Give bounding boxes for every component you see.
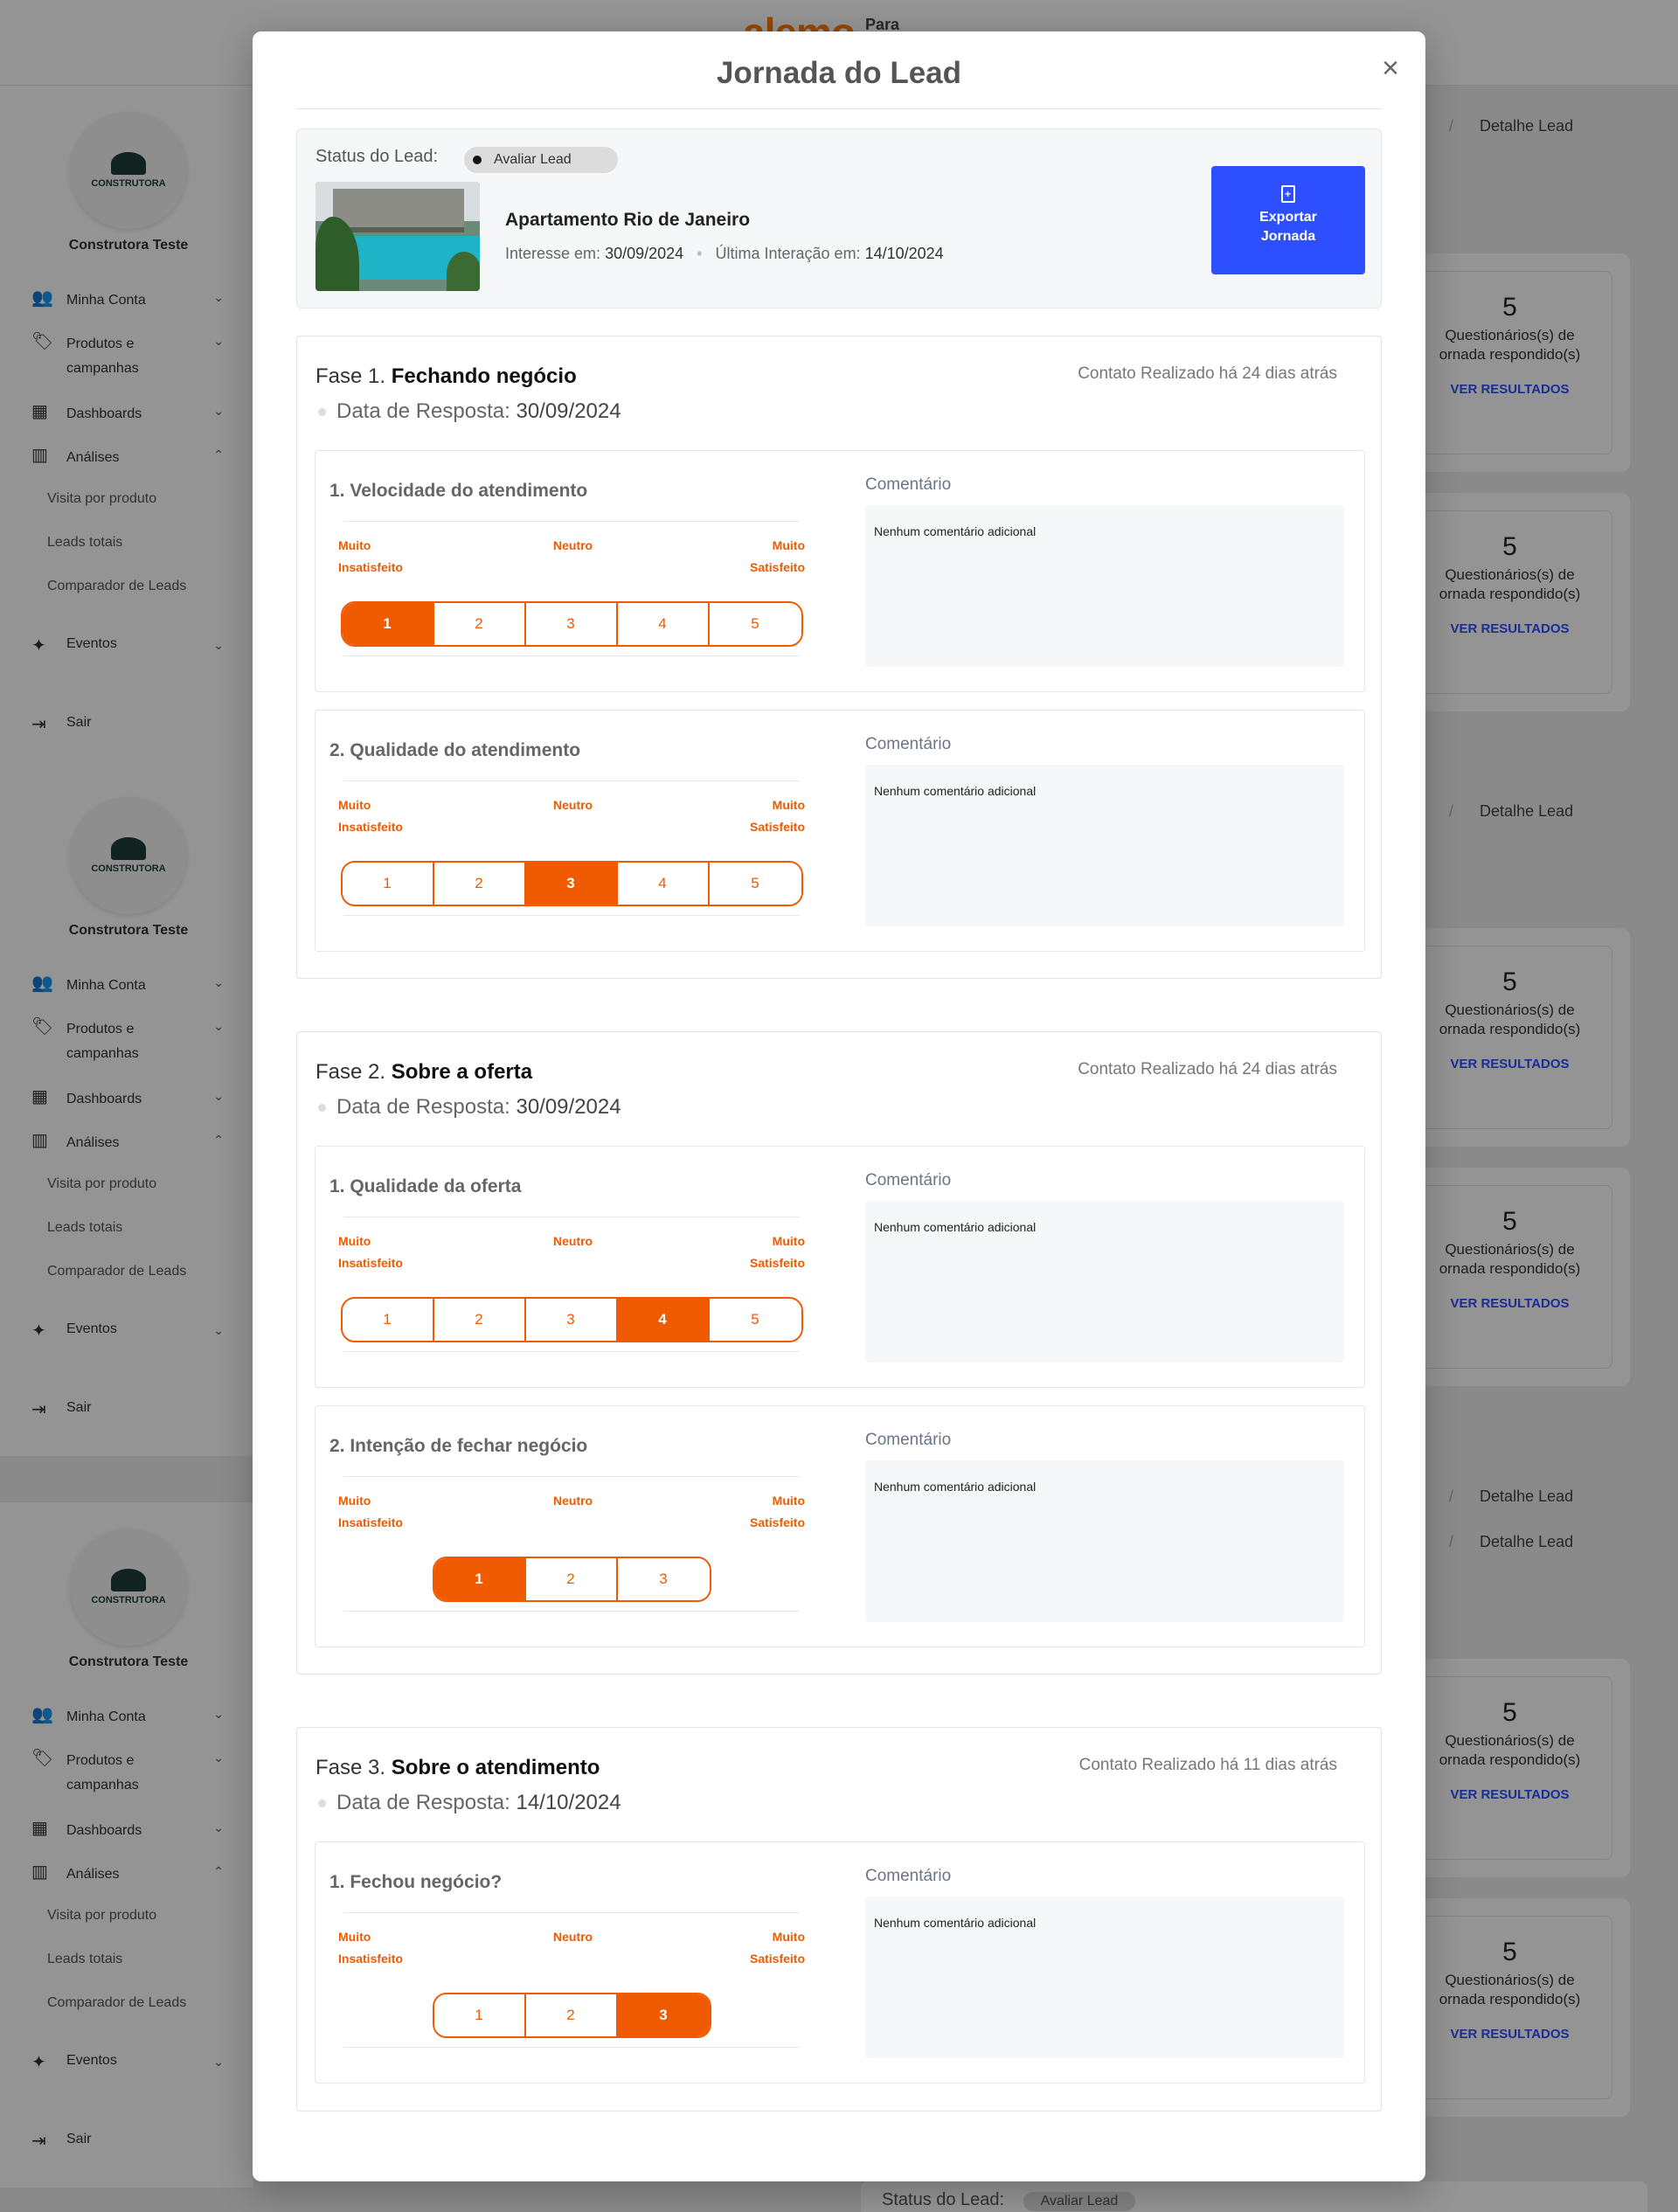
lead-dates: Interesse em: 30/09/2024 • Última Intera… (505, 245, 944, 262)
product-name: Apartamento Rio de Janeiro (505, 210, 751, 230)
rating-option[interactable]: 4 (617, 1299, 710, 1341)
rating-option[interactable]: 3 (525, 863, 618, 905)
rating-option[interactable]: 3 (525, 603, 618, 645)
status-dot-icon (473, 156, 482, 164)
question-title: 1. Fechou negócio? (329, 1872, 503, 1892)
divider (343, 1912, 800, 1913)
divider (343, 521, 800, 522)
divider (343, 655, 800, 656)
question-title: 1. Qualidade da oferta (329, 1176, 522, 1196)
interest-date: 30/09/2024 (605, 245, 684, 262)
product-image (315, 182, 480, 291)
rating-option[interactable]: 2 (433, 603, 526, 645)
export-journey-button[interactable]: Exportar Jornada (1211, 166, 1365, 274)
rating-option[interactable]: 2 (433, 863, 526, 905)
rating-scale: 12345 (340, 601, 803, 647)
scale-label-max: Muito Satisfeito (749, 1930, 805, 1966)
rating-option[interactable]: 1 (433, 1558, 526, 1600)
comment-label: Comentário (865, 1867, 952, 1885)
status-badge[interactable]: Avaliar Lead (464, 147, 618, 173)
rating-scale: 12345 (340, 1297, 803, 1342)
rating-option[interactable]: 2 (433, 1299, 526, 1341)
divider (343, 1476, 800, 1477)
comment-box: Nenhum comentário adicional (865, 765, 1344, 926)
comment-box: Nenhum comentário adicional (865, 1896, 1344, 2058)
comment-label: Comentário (865, 475, 952, 494)
rating-option[interactable]: 1 (342, 863, 434, 905)
lead-journey-modal: Jornada do Lead × Status do Lead: Avalia… (253, 31, 1425, 2181)
question-title: 1. Velocidade do atendimento (329, 481, 588, 501)
question-card: 2. Intenção de fechar negócio Muito Insat… (315, 1405, 1365, 1647)
rating-option[interactable]: 3 (617, 1994, 710, 2036)
comment-box: Nenhum comentário adicional (865, 505, 1344, 667)
phase-title: Fase 3. Sobre o atendimento (315, 1756, 600, 1779)
scale-label-min: Muito Insatisfeito (338, 798, 403, 834)
scale-label-min: Muito Insatisfeito (338, 1930, 403, 1966)
scale-label-neutral: Neutro (553, 538, 593, 552)
rating-option[interactable]: 1 (342, 1299, 434, 1341)
scale-label-max: Muito Satisfeito (749, 538, 805, 574)
scale-label-neutral: Neutro (553, 1234, 593, 1248)
scale-label-min: Muito Insatisfeito (338, 1234, 403, 1270)
rating-option[interactable]: 4 (617, 603, 710, 645)
rating-option[interactable]: 5 (709, 603, 801, 645)
rating-option[interactable]: 2 (525, 1994, 618, 2036)
rating-scale: 12345 (340, 861, 803, 906)
comment-label: Comentário (865, 735, 952, 753)
phase-card: Fase 2. Sobre a oferta Contato Realizado … (296, 1031, 1382, 1675)
question-card: 1. Fechou negócio? Muito Insatisfeito Neu… (315, 1841, 1365, 2084)
phase-contact: Contato Realizado há 24 dias atrás (1078, 1060, 1337, 1078)
question-card: 1. Velocidade do atendimento Muito Insati… (315, 450, 1365, 692)
close-icon[interactable]: × (1375, 52, 1406, 84)
rating-scale: 123 (432, 1557, 711, 1602)
scale-label-min: Muito Insatisfeito (338, 538, 403, 574)
scale-label-neutral: Neutro (553, 1494, 593, 1508)
phase-card: Fase 3. Sobre o atendimento Contato Reali… (296, 1727, 1382, 2111)
scale-label-neutral: Neutro (553, 798, 593, 812)
question-title: 2. Intenção de fechar negócio (329, 1436, 588, 1456)
last-interaction-date: 14/10/2024 (864, 245, 944, 262)
question-card: 2. Qualidade do atendimento Muito Insatis… (315, 710, 1365, 952)
rating-option[interactable]: 3 (617, 1558, 710, 1600)
rating-option[interactable]: 1 (433, 1994, 526, 2036)
divider (343, 1351, 800, 1352)
divider (343, 915, 800, 916)
divider (296, 108, 1382, 109)
phase-response-date: Data de Resposta: 30/09/2024 (318, 399, 621, 424)
scale-label-neutral: Neutro (553, 1930, 593, 1944)
question-card: 1. Qualidade da oferta Muito Insatisfeito… (315, 1146, 1365, 1388)
status-label: Status do Lead: (315, 147, 439, 166)
file-add-icon (1281, 185, 1295, 203)
divider (343, 780, 800, 781)
divider (343, 2047, 800, 2048)
comment-box: Nenhum comentário adicional (865, 1460, 1344, 1622)
scale-label-max: Muito Satisfeito (749, 1494, 805, 1529)
comment-label: Comentário (865, 1171, 952, 1189)
question-title: 2. Qualidade do atendimento (329, 740, 581, 760)
rating-option[interactable]: 2 (525, 1558, 618, 1600)
phase-title: Fase 1. Fechando negócio (315, 364, 577, 388)
modal-title: Jornada do Lead (716, 56, 962, 90)
scale-label-max: Muito Satisfeito (749, 1234, 805, 1270)
lead-summary: Status do Lead: Avaliar Lead Apartamento… (296, 128, 1382, 309)
rating-option[interactable]: 1 (342, 603, 434, 645)
rating-option[interactable]: 5 (709, 863, 801, 905)
phase-contact: Contato Realizado há 11 dias atrás (1078, 1756, 1337, 1774)
phase-response-date: Data de Resposta: 14/10/2024 (318, 1791, 621, 1815)
comment-box: Nenhum comentário adicional (865, 1201, 1344, 1363)
scale-label-max: Muito Satisfeito (749, 798, 805, 834)
phase-response-date: Data de Resposta: 30/09/2024 (318, 1095, 621, 1120)
rating-scale: 123 (432, 1993, 711, 2038)
scale-label-min: Muito Insatisfeito (338, 1494, 403, 1529)
phase-card: Fase 1. Fechando negócio Contato Realizad… (296, 336, 1382, 979)
rating-option[interactable]: 4 (617, 863, 710, 905)
rating-option[interactable]: 5 (709, 1299, 801, 1341)
comment-label: Comentário (865, 1431, 952, 1449)
divider (343, 1611, 800, 1612)
rating-option[interactable]: 3 (525, 1299, 618, 1341)
phase-title: Fase 2. Sobre a oferta (315, 1060, 533, 1084)
phase-contact: Contato Realizado há 24 dias atrás (1078, 364, 1337, 383)
